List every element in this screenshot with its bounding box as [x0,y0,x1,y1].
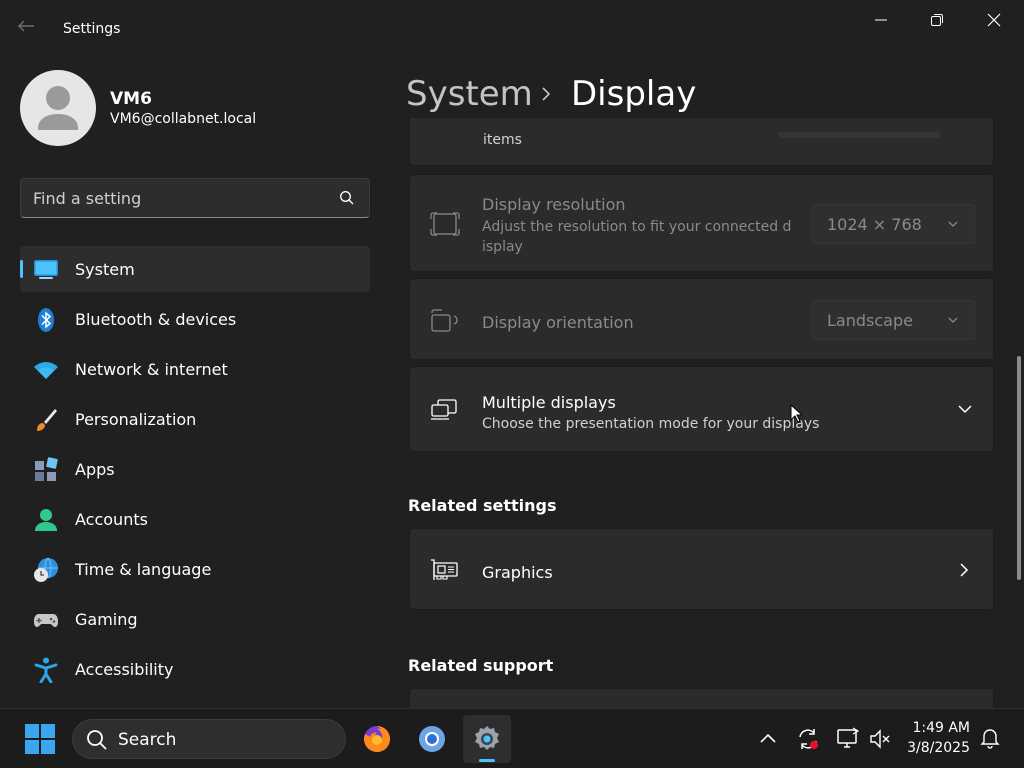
avatar[interactable] [20,70,96,146]
chevron-right-icon [542,87,551,101]
chevron-right-icon [960,563,969,577]
accounts-icon [35,509,57,531]
sidebar-item-label: Personalization [75,410,197,429]
orientation-icon [431,309,458,332]
clock-date[interactable]: 3/8/2025 [898,740,970,756]
back-button[interactable] [16,18,44,42]
wifi-icon [34,362,58,379]
sidebar-item-time-language[interactable]: Time & language [20,546,370,592]
display-orientation-dropdown[interactable]: Landscape [811,300,975,340]
globe-clock-icon [34,557,58,582]
close-button[interactable] [971,6,1017,36]
related-support-card[interactable] [409,688,994,708]
sync-error-icon[interactable] [796,727,820,751]
multiple-displays-title: Multiple displays [482,393,616,412]
title-bar: Settings [0,0,1024,48]
display-orientation-card: Display orientation Landscape [409,278,994,360]
close-icon [987,13,1001,27]
sidebar-item-label: Accessibility [75,660,174,679]
taskbar-chromium[interactable] [408,715,456,763]
sidebar-item-gaming[interactable]: Gaming [20,596,370,642]
display-resolution-dropdown[interactable]: 1024 × 768 [811,204,975,244]
sidebar-item-bluetooth[interactable]: Bluetooth & devices [20,296,370,342]
find-setting-box [20,178,370,218]
sidebar-item-system[interactable]: System [20,246,370,292]
taskbar-settings[interactable] [463,715,511,763]
graphics-card[interactable]: Graphics [409,528,994,610]
accessibility-icon [34,657,58,683]
sidebar-item-label: Time & language [75,560,212,579]
taskbar-search-label: Search [118,730,177,750]
minimize-button[interactable] [858,6,904,36]
sidebar-nav: System Bluetooth & devices Network & int… [20,246,370,696]
display-resolution-desc-1: Adjust the resolution to fit your connec… [482,219,792,235]
sidebar-item-network[interactable]: Network & internet [20,346,370,392]
related-settings-heading: Related settings [408,496,557,515]
display-orientation-title: Display orientation [482,313,634,332]
taskbar-search[interactable]: Search [72,719,346,759]
chevron-down-icon [948,317,958,323]
display-resolution-desc-2: isplay [482,239,523,255]
sidebar-item-apps[interactable]: Apps [20,446,370,492]
apps-icon [35,457,58,481]
mouse-cursor-icon [790,404,802,423]
sidebar-item-label: Network & internet [75,360,228,379]
sidebar-item-label: Bluetooth & devices [75,310,237,329]
partial-setting-card: items [409,118,994,166]
related-support-heading: Related support [408,656,554,675]
partial-card-desc: items [483,132,522,148]
display-resolution-title: Display resolution [482,195,626,214]
sidebar-item-personalization[interactable]: Personalization [20,396,370,442]
multiple-displays-icon [431,399,457,420]
notification-bell-icon[interactable] [980,727,1000,749]
user-email: VM6@collabnet.local [110,111,257,127]
multiple-displays-desc: Choose the presentation mode for your di… [482,416,820,432]
search-icon [87,730,107,750]
user-icon [38,86,78,130]
settings-window: Settings VM6 VM6@collabnet.local System [0,0,1024,708]
display-resolution-card: Display resolution Adjust the resolution… [409,174,994,272]
find-setting-input[interactable] [33,187,323,209]
graphics-card-icon [431,559,458,580]
breadcrumb-system[interactable]: System [406,74,533,114]
partial-card-control[interactable] [778,132,940,138]
chevron-down-icon[interactable] [958,405,972,414]
settings-gear-icon [475,726,499,750]
taskbar-firefox[interactable] [353,715,401,763]
content-scrollbar[interactable] [1017,356,1021,580]
sidebar-item-label: Accounts [75,510,148,529]
app-title: Settings [63,21,121,37]
chromium-icon [419,726,445,752]
bluetooth-icon [38,308,54,332]
page-title: Display [571,74,697,114]
minimize-icon [875,19,887,21]
sidebar-item-label: System [75,260,135,279]
taskbar: Search 1:49 AM 3/8/2025 [0,708,1024,768]
volume-muted-icon[interactable] [868,727,892,751]
multiple-displays-card[interactable]: Multiple displays Choose the presentatio… [409,366,994,452]
search-icon[interactable] [339,190,355,206]
restore-icon [931,14,943,26]
network-monitor-icon[interactable] [836,727,860,751]
graphics-title: Graphics [482,563,553,582]
dropdown-value: Landscape [827,311,913,330]
restore-button[interactable] [914,6,960,36]
firefox-icon [364,726,390,752]
resolution-icon [430,212,460,236]
sidebar-item-accounts[interactable]: Accounts [20,496,370,542]
gamepad-icon [34,614,58,627]
clock-time[interactable]: 1:49 AM [908,720,970,736]
dropdown-value: 1024 × 768 [827,215,922,234]
windows-start-icon[interactable] [24,723,56,755]
system-icon [34,260,58,279]
sidebar-item-label: Gaming [75,610,138,629]
sidebar-item-label: Apps [75,460,115,479]
sidebar-item-accessibility[interactable]: Accessibility [20,646,370,692]
chevron-up-icon[interactable] [760,733,776,743]
user-name: VM6 [110,89,152,109]
chevron-down-icon [948,221,958,227]
brush-icon [37,409,57,431]
arrow-left-icon [18,20,34,32]
